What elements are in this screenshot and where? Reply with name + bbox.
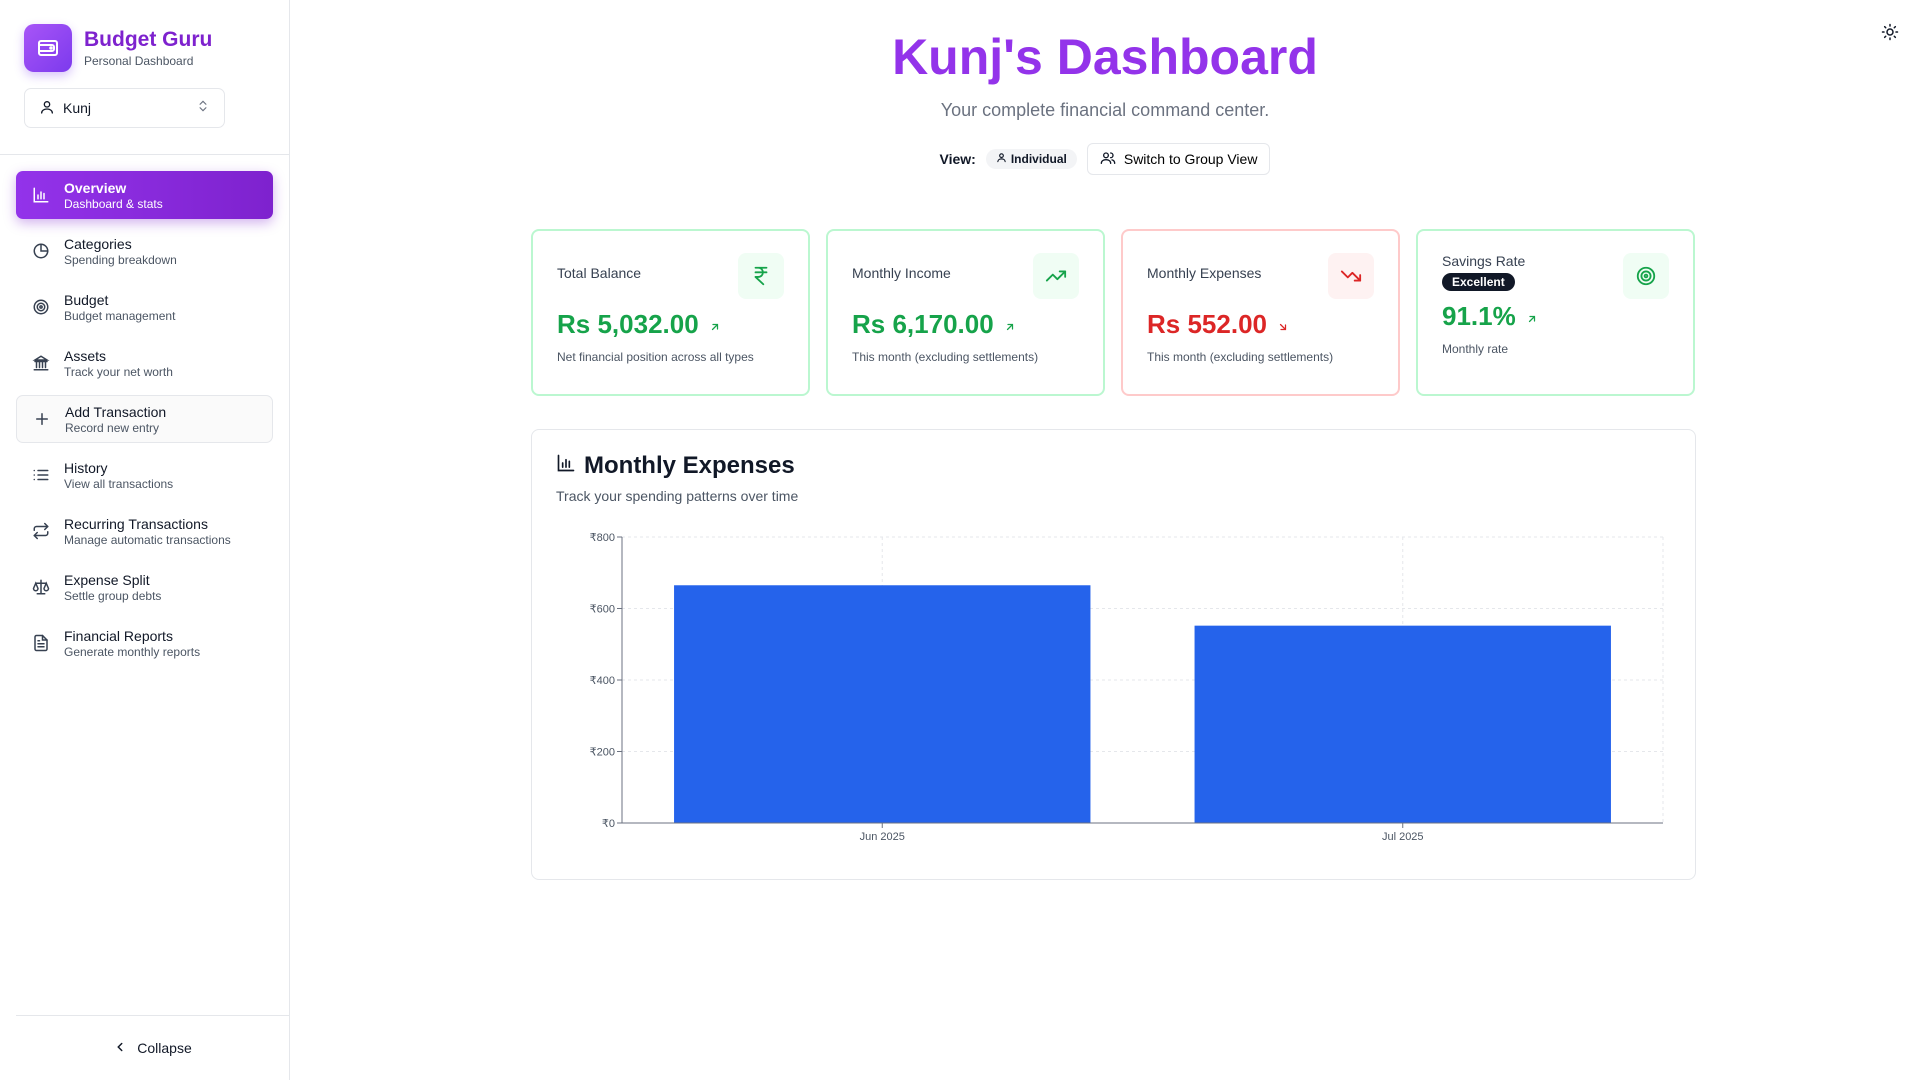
- expenses-bar-chart: ₹0 ₹200 ₹400 ₹600 ₹800 Jun 2025 Jul 2025: [590, 532, 1664, 843]
- view-label: View:: [939, 151, 976, 167]
- repeat-icon: [30, 520, 52, 542]
- sidebar-item-desc: Budget management: [64, 308, 176, 323]
- card-title: Savings Rate: [1442, 253, 1526, 269]
- main-content: Kunj's Dashboard Your complete financial…: [290, 0, 1920, 1080]
- user-select[interactable]: Kunj: [24, 88, 225, 128]
- sidebar-nav: Overview Dashboard & stats Categories Spen…: [0, 155, 289, 675]
- collapse-label: Collapse: [137, 1040, 192, 1056]
- card-value: Rs 5,032.00: [557, 309, 699, 339]
- sidebar-item-desc: Manage automatic transactions: [64, 532, 231, 547]
- sidebar-item-label: Budget: [64, 291, 109, 308]
- switch-to-group-view-button[interactable]: Switch to Group View: [1086, 143, 1271, 175]
- target-icon: [30, 296, 52, 318]
- card-title: Total Balance: [557, 265, 642, 281]
- y-tick-label: ₹0: [602, 818, 615, 830]
- card-note: This month (excluding settlements): [1147, 350, 1334, 364]
- brand: Budget Guru Personal Dashboard: [0, 0, 289, 72]
- sidebar-item-label: Categories: [64, 235, 132, 252]
- collapse-button[interactable]: Collapse: [16, 1015, 289, 1080]
- y-tick-label: ₹400: [590, 675, 615, 687]
- sidebar-item-label: Overview: [64, 179, 127, 196]
- card-value: Rs 552.00: [1147, 309, 1267, 339]
- bar-jul-2025: [1194, 625, 1611, 823]
- y-tick-label: ₹800: [590, 532, 615, 544]
- document-icon: [30, 632, 52, 654]
- trending-down-icon: [1328, 253, 1374, 299]
- sidebar-item-budget[interactable]: Budget Budget management: [16, 283, 273, 331]
- rupee-icon: [738, 253, 784, 299]
- monthly-expenses-chart-card: Monthly Expenses Track your spending pat…: [531, 429, 1696, 880]
- theme-toggle-button[interactable]: [1878, 22, 1902, 46]
- sidebar-item-label: Financial Reports: [64, 627, 173, 644]
- sidebar-item-desc: Dashboard & stats: [64, 196, 163, 211]
- sidebar-item-desc: Generate monthly reports: [64, 644, 201, 659]
- sidebar: Budget Guru Personal Dashboard Kunj Over…: [0, 0, 290, 1080]
- brand-subtitle: Personal Dashboard: [84, 54, 194, 68]
- card-value: Rs 6,170.00: [852, 309, 994, 339]
- chevron-left-icon: [113, 1040, 127, 1057]
- bar-chart-icon: [30, 184, 52, 206]
- sidebar-item-overview[interactable]: Overview Dashboard & stats: [16, 171, 273, 219]
- x-tick-label: Jun 2025: [860, 831, 905, 843]
- card-note: Monthly rate: [1442, 342, 1509, 356]
- brand-title: Budget Guru: [84, 28, 213, 51]
- y-tick-label: ₹200: [590, 747, 615, 759]
- sidebar-item-label: Assets: [64, 347, 107, 364]
- total-balance-card: Total Balance Rs 5,032.00 Net financial …: [531, 229, 810, 396]
- sun-icon: [1881, 23, 1899, 46]
- users-icon: [1100, 150, 1116, 169]
- user-icon: [996, 152, 1007, 166]
- list-icon: [30, 464, 52, 486]
- arrow-up-right-icon: [709, 309, 721, 340]
- sidebar-item-desc: Settle group debts: [64, 588, 162, 603]
- arrow-down-right-icon: [1277, 309, 1289, 340]
- view-mode-text: Individual: [1010, 152, 1067, 166]
- scale-icon: [30, 576, 52, 598]
- monthly-expenses-card: Monthly Expenses Rs 552.00 This month (e…: [1121, 229, 1400, 396]
- card-title: Monthly Income: [852, 265, 951, 281]
- sidebar-item-desc: Record new entry: [65, 420, 160, 435]
- stat-cards: Total Balance Rs 5,032.00 Net financial …: [531, 229, 1695, 396]
- sidebar-item-label: Add Transaction: [65, 403, 167, 420]
- arrow-up-right-icon: [1004, 309, 1016, 340]
- monthly-income-card: Monthly Income Rs 6,170.00 This month (e…: [826, 229, 1105, 396]
- card-title: Monthly Expenses: [1147, 265, 1262, 281]
- trending-up-icon: [1033, 253, 1079, 299]
- card-note: This month (excluding settlements): [852, 350, 1039, 364]
- status-badge: Excellent: [1442, 273, 1515, 291]
- user-select-value: Kunj: [63, 100, 92, 116]
- wallet-icon: [24, 24, 72, 72]
- plus-icon: [31, 408, 53, 430]
- pie-chart-icon: [30, 240, 52, 262]
- sidebar-item-expense-split[interactable]: Expense Split Settle group debts: [16, 563, 273, 611]
- view-switcher: View: Individual Switch to Group View: [290, 143, 1920, 175]
- view-mode-badge: Individual: [985, 149, 1077, 169]
- sidebar-item-categories[interactable]: Categories Spending breakdown: [16, 227, 273, 275]
- chevron-up-down-icon: [196, 99, 210, 118]
- sidebar-item-desc: Spending breakdown: [64, 252, 177, 267]
- bank-icon: [30, 352, 52, 374]
- sidebar-item-financial-reports[interactable]: Financial Reports Generate monthly report…: [16, 619, 273, 667]
- x-tick-label: Jul 2025: [1382, 831, 1424, 843]
- switch-button-label: Switch to Group View: [1123, 151, 1258, 167]
- sidebar-item-assets[interactable]: Assets Track your net worth: [16, 339, 273, 387]
- card-note: Net financial position across all types: [557, 350, 754, 364]
- card-value: 91.1%: [1442, 301, 1516, 331]
- bar-jun-2025: [674, 585, 1091, 823]
- y-tick-label: ₹600: [590, 604, 615, 616]
- sidebar-item-label: Expense Split: [64, 571, 150, 588]
- sidebar-item-desc: View all transactions: [64, 476, 174, 491]
- sidebar-item-history[interactable]: History View all transactions: [16, 451, 273, 499]
- target-icon: [1623, 253, 1669, 299]
- savings-rate-card: Savings Rate Excellent 91.1% Monthly rat…: [1416, 229, 1695, 396]
- sidebar-item-desc: Track your net worth: [64, 364, 173, 379]
- sidebar-item-add-transaction[interactable]: Add Transaction Record new entry: [16, 395, 273, 443]
- page-title: Kunj's Dashboard: [892, 29, 1318, 85]
- page-subtitle: Your complete financial command center.: [940, 100, 1270, 120]
- sidebar-item-label: Recurring Transactions: [64, 515, 208, 532]
- sidebar-item-recurring[interactable]: Recurring Transactions Manage automatic t…: [16, 507, 273, 555]
- arrow-up-right-icon: [1526, 301, 1538, 332]
- sidebar-item-label: History: [64, 459, 108, 476]
- user-icon: [39, 99, 55, 118]
